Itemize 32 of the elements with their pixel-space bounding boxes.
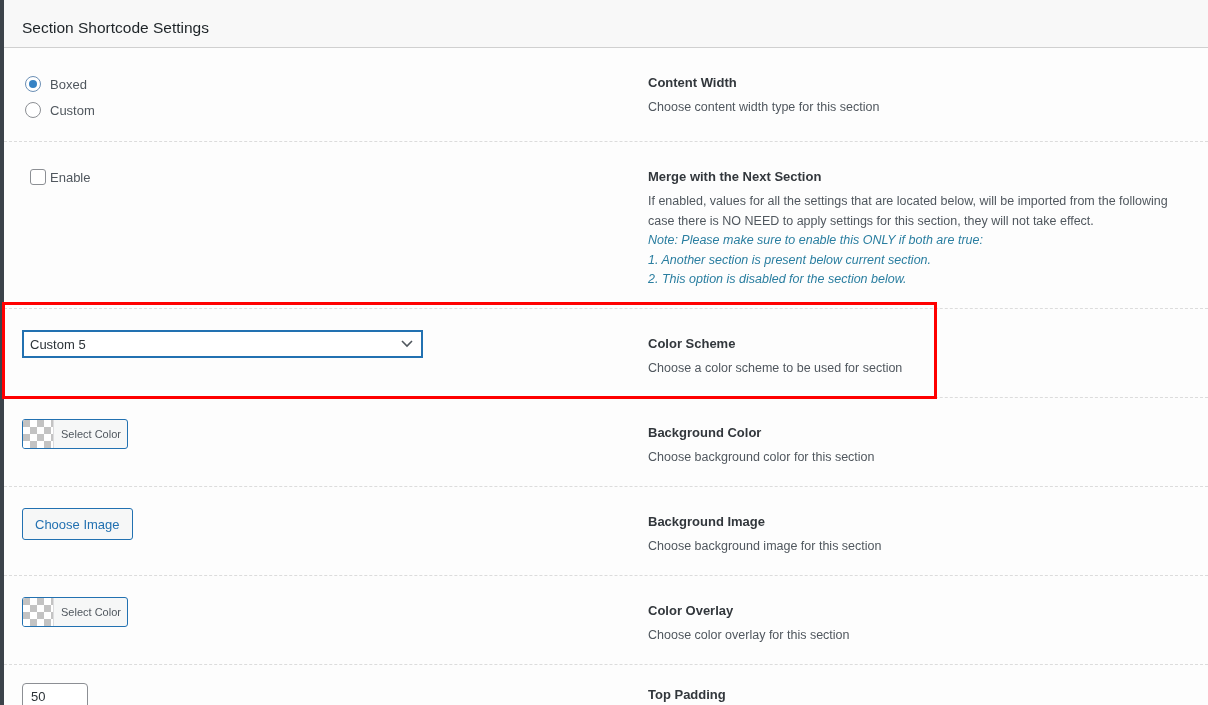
select-color-button[interactable]: Select Color [22,419,128,449]
radio-label[interactable]: Boxed [50,76,87,92]
chevron-down-icon [401,340,413,348]
setting-title: Color Scheme [648,335,737,353]
setting-title: Background Color [648,424,763,442]
transparent-swatch-icon [23,598,54,626]
select-color-button[interactable]: Select Color [22,597,128,627]
setting-title: Merge with the Next Section [648,168,823,186]
checkbox[interactable] [30,169,46,185]
setting-description: case there is NO NEED to apply settings for this section, they will not take effect. [648,212,1095,230]
setting-note: 1. Another section is present below current section. [648,251,933,269]
setting-note: Note: Please make sure to enable this ONLY if both are true: [648,232,984,249]
setting-title: Top Padding [648,686,727,704]
setting-title: Color Overlay [648,602,735,620]
setting-description: Choose content width type for this section [648,99,881,116]
radio-button[interactable] [25,102,41,118]
setting-description: Choose background image for this section [648,538,883,555]
checkbox-label[interactable]: Enable [50,169,91,185]
setting-description: Choose a color scheme to be used for section [648,360,904,377]
choose-image-button[interactable]: Choose Image [22,508,133,540]
radio-button[interactable] [25,76,41,92]
color-scheme-dropdown[interactable]: Custom 5 [22,330,423,358]
setting-title: Content Width [648,74,738,92]
setting-description: If enabled, values for all the settings that are located below, will be imported from the following [648,193,1169,210]
radio-label[interactable]: Custom [50,102,95,118]
transparent-swatch-icon [23,420,54,448]
number-field[interactable]: 50 [22,683,88,705]
setting-note: 2. This option is disabled for the section below. [648,271,908,288]
setting-title: Background Image [648,513,767,531]
setting-description: Choose color overlay for this section [648,627,851,644]
panel-title: Section Shortcode Settings [22,17,209,37]
setting-description: Choose background color for this section [648,449,876,466]
